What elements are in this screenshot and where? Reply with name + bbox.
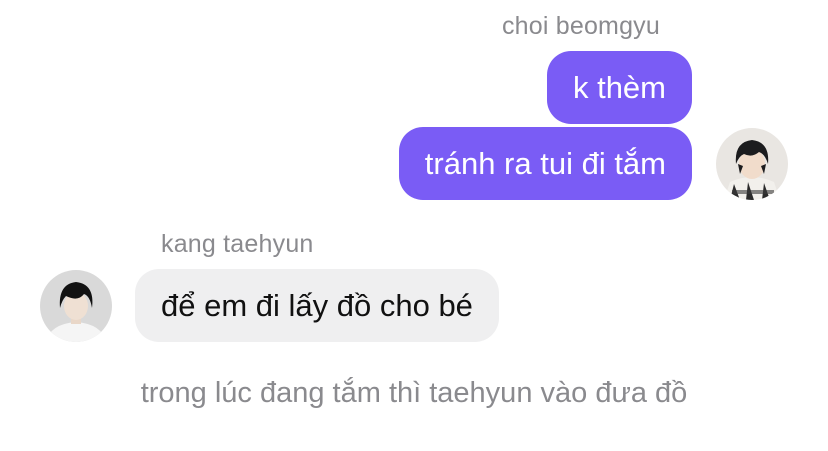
message-text: k thèm: [572, 70, 666, 105]
message-bubble-outgoing[interactable]: k thèm: [546, 51, 692, 124]
chat-thread: choi beomgyu k thèm tránh ra tui đi tắm …: [0, 0, 828, 451]
message-bubble-outgoing[interactable]: tránh ra tui đi tắm: [398, 127, 692, 200]
message-bubble-incoming[interactable]: để em đi lấy đồ cho bé: [135, 269, 499, 342]
sender-name-taehyun: kang taehyun: [161, 230, 314, 258]
avatar-beomgyu-icon[interactable]: [716, 128, 788, 200]
avatar-taehyun-icon[interactable]: [40, 270, 112, 342]
sender-name-beomgyu: choi beomgyu: [501, 12, 660, 40]
message-text: để em đi lấy đồ cho bé: [161, 288, 473, 323]
message-text: tránh ra tui đi tắm: [424, 146, 666, 181]
system-note: trong lúc đang tắm thì taehyun vào đưa đ…: [140, 377, 688, 409]
